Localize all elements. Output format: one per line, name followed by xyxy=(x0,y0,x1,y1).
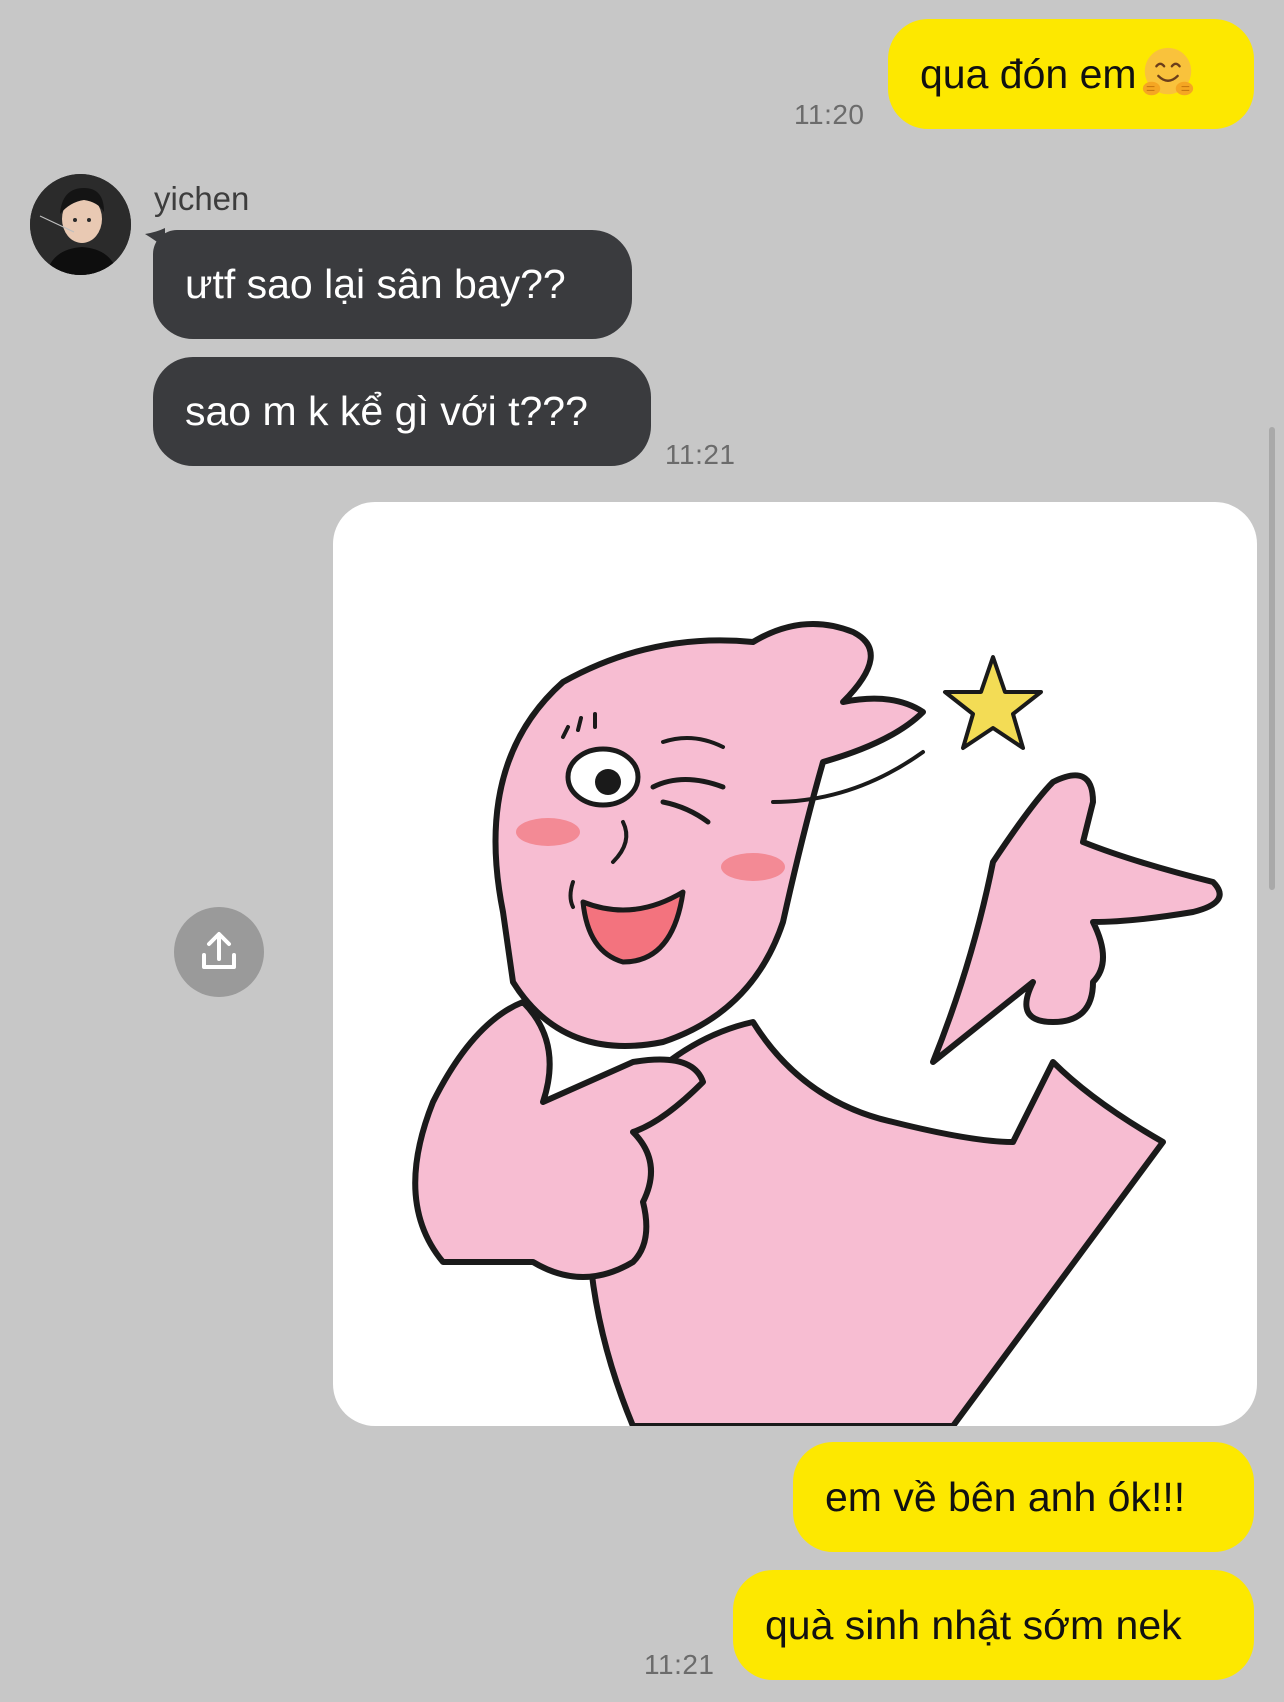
sticker-message[interactable] xyxy=(333,502,1257,1426)
sender-name: yichen xyxy=(154,180,250,217)
chat-thread: 11:20 qua đón em yichen ưtf sao lại sân … xyxy=(0,0,1284,1702)
avatar[interactable] xyxy=(30,174,131,275)
pink-rabbit-wink-pointing-sticker xyxy=(412,621,1223,1426)
message-time: 11:21 xyxy=(665,439,736,470)
message-text: ưtf sao lại sân bay?? xyxy=(185,261,566,307)
share-button[interactable] xyxy=(174,907,264,997)
message-text: quà sinh nhật sớm nek xyxy=(765,1601,1182,1648)
scrollbar[interactable] xyxy=(1269,427,1275,890)
message-text: em về bên anh ók!!! xyxy=(825,1473,1186,1520)
their-message-bubble[interactable]: sao m k kể gì với t??? xyxy=(153,357,651,466)
share-upload-icon xyxy=(202,932,236,969)
bubble-tail xyxy=(145,228,165,248)
my-message-bubble[interactable]: em về bên anh ók!!! xyxy=(793,1442,1254,1552)
message-time: 11:20 xyxy=(794,99,865,130)
my-message-bubble[interactable]: qua đón em xyxy=(888,19,1254,129)
my-message-bubble[interactable]: quà sinh nhật sớm nek xyxy=(733,1570,1254,1680)
message-text: qua đón em xyxy=(920,50,1137,97)
hugging-face-emoji xyxy=(1142,47,1193,96)
their-message-bubble[interactable]: ưtf sao lại sân bay?? xyxy=(153,230,632,339)
avatar-photo xyxy=(30,174,131,275)
message-text: sao m k kể gì với t??? xyxy=(185,388,588,434)
message-time: 11:21 xyxy=(644,1649,715,1680)
